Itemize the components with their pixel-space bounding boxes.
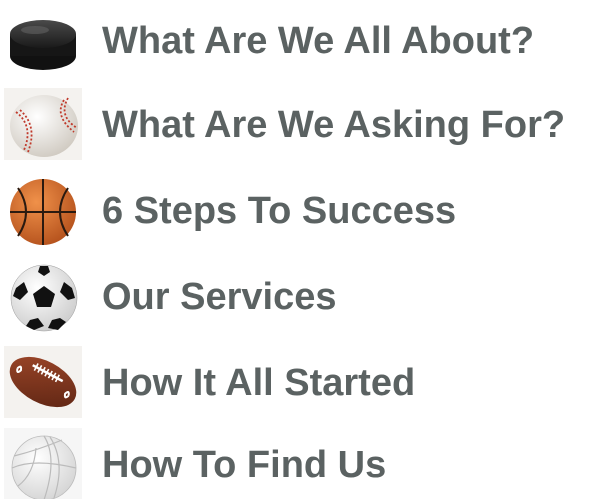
basketball-icon [4, 174, 82, 246]
baseball-icon [4, 88, 82, 160]
menu-item-label: How To Find Us [102, 444, 387, 486]
menu-item-label: What Are We Asking For? [102, 104, 566, 146]
menu-item-location[interactable]: How To Find Us [0, 424, 592, 499]
menu-item-label: How It All Started [102, 362, 416, 404]
menu-item-history[interactable]: How It All Started [0, 342, 592, 422]
hockey-puck-icon [4, 4, 82, 76]
menu-item-label: 6 Steps To Success [102, 190, 457, 232]
menu-item-label: What Are We All About? [102, 20, 535, 62]
volleyball-icon [4, 428, 82, 499]
menu-item-about[interactable]: What Are We All About? [0, 0, 592, 80]
sports-nav-menu: What Are We All About? What Are We Askin… [0, 0, 592, 499]
menu-item-six-steps[interactable]: 6 Steps To Success [0, 170, 592, 250]
football-icon [4, 346, 82, 418]
soccer-ball-icon [4, 260, 82, 332]
menu-item-services[interactable]: Our Services [0, 256, 592, 336]
menu-item-asking[interactable]: What Are We Asking For? [0, 84, 592, 164]
menu-item-label: Our Services [102, 276, 337, 318]
